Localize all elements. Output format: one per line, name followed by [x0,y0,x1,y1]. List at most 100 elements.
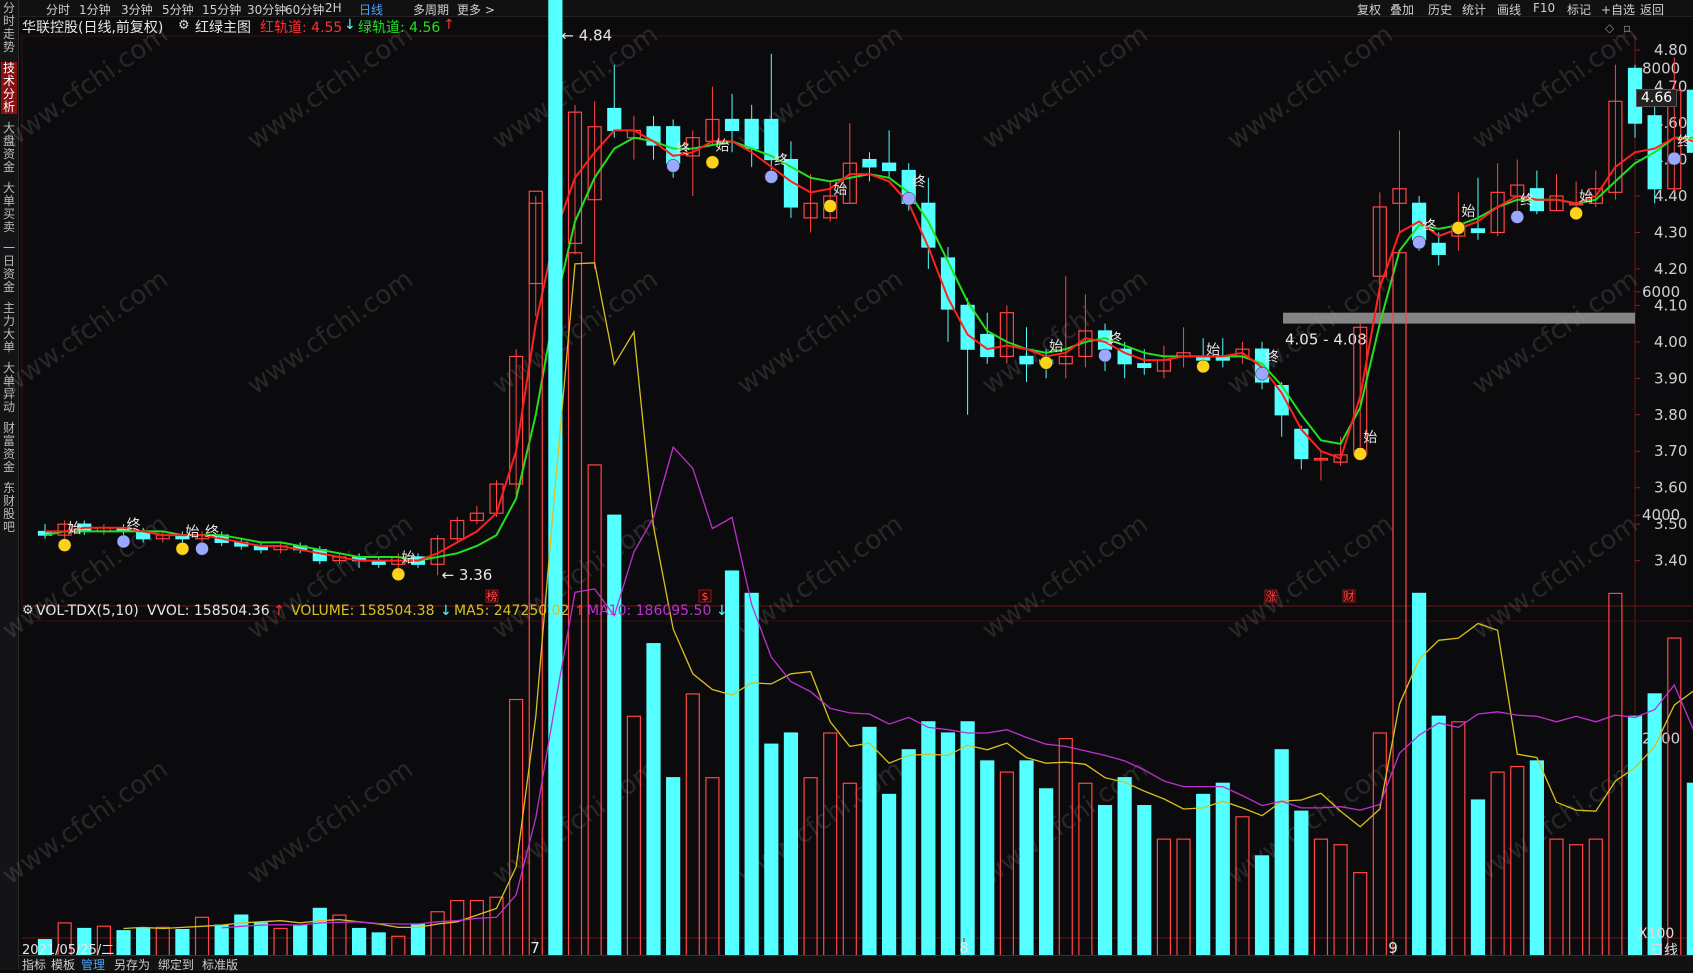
bottom-tab-2[interactable]: 管理 [81,956,105,973]
start-signal-label: 始 [1206,342,1220,358]
start-signal-face-icon [824,200,837,213]
watermark-text: www.cfchi.com [977,19,1154,155]
volume-bar [647,644,660,962]
end-signal-face-icon [902,192,915,205]
watermark-text: www.cfchi.com [0,264,174,400]
watermark-text: www.cfchi.com [487,509,664,645]
start-signal-face-icon [1570,207,1583,220]
end-signal-label: 终 [1520,193,1534,209]
start-signal-face-icon [1452,221,1465,234]
end-signal-label: 终 [1677,135,1691,151]
watermark-text: www.cfchi.com [242,754,419,890]
start-signal-label: 始 [1049,339,1063,355]
ma5-arrow: ↑ [574,603,586,619]
volume-bar [1216,783,1229,962]
diamond-icon[interactable]: ◇ [1605,21,1614,35]
volume-bar [1256,856,1269,962]
current-price-tag: 4.66 [1636,89,1677,107]
volume-bar [765,744,778,962]
watermark-text: www.cfchi.com [0,754,174,890]
volume-bar [1314,839,1327,962]
volume-bar [1393,253,1406,962]
bottom-tab-0[interactable]: 指标 [22,956,46,973]
start-signal-label: 始 [401,550,415,566]
volume-bar [1452,722,1465,962]
volume-bar [1157,839,1170,962]
watermark-text: www.cfchi.com [1222,19,1399,155]
bottom-tab-4[interactable]: 绑定到 [158,956,194,973]
bottom-tab-1[interactable]: 模板 [51,956,75,973]
ma5-value: MA5: 247250.02 [454,603,569,619]
end-signal-face-icon [1413,236,1426,249]
watermark-text: www.cfchi.com [0,19,174,155]
event-marker-label: 涨 [1266,590,1277,603]
start-signal-label: 始 [833,182,847,198]
high-price-label: ← 4.84 [561,27,612,45]
volume-bar [922,722,935,962]
volume-bar [1138,806,1151,962]
volume-bar [706,778,719,962]
end-signal-label: 终 [1108,332,1122,348]
volume-axis-label: 6000 [1642,283,1680,301]
watermark-text: www.cfchi.com [242,509,419,645]
watermark-text: www.cfchi.com [1467,509,1644,645]
price-axis-label: 4.40 [1654,187,1687,205]
vol-settings-icon[interactable]: ⚙ [22,603,34,618]
watermark-text: www.cfchi.com [242,19,419,155]
watermark-text: www.cfchi.com [1467,264,1644,400]
volume-bar [1177,839,1190,962]
end-signal-label: 终 [205,525,219,541]
watermark-text: www.cfchi.com [977,264,1154,400]
stock-chart: www.cfchi.com www.cfchi.com www.cfchi.com w… [0,0,1693,970]
indicator-name[interactable]: 红绿主图 [195,17,251,37]
end-signal-face-icon [1511,210,1524,223]
green-rail-value: 绿轨道: 4.56 [358,17,440,37]
watermark-text: www.cfchi.com [977,509,1154,645]
volume-bar [1413,593,1426,962]
stock-title[interactable]: 华联控股(日线,前复权) [22,17,163,37]
watermark-text: www.cfchi.com [487,264,664,400]
bottom-toolbar: 指标模板管理另存为绑定到标准版 [19,955,1693,971]
start-signal-label: 始 [1579,189,1593,205]
event-marker-label: $ [702,590,709,603]
watermark-text: www.cfchi.com [732,264,909,400]
volume-bar [784,733,797,962]
volume-bar [883,794,896,962]
volume-bar [863,727,876,962]
watermark-text: www.cfchi.com [1467,19,1644,155]
volume-bar [451,901,464,962]
volume-bar [981,761,994,962]
end-signal-face-icon [117,535,130,548]
end-signal-label: 终 [127,517,141,533]
watermark-text: www.cfchi.com [1467,754,1644,890]
gap-label: 4.05 - 4.08 [1285,331,1367,349]
start-signal-label: 始 [715,138,729,154]
minimize-icon[interactable]: ▫ [1623,21,1631,35]
volume-bar [470,901,483,962]
end-signal-label: 终 [1422,218,1436,234]
bottom-tab-3[interactable]: 另存为 [114,956,150,973]
watermark-text: www.cfchi.com [487,754,664,890]
volume-bar [608,515,621,962]
bottom-tab-5[interactable]: 标准版 [202,956,238,973]
volume-bar [1295,811,1308,962]
vol-indicator-name[interactable]: VOL-TDX(5,10) [36,603,139,619]
start-signal-face-icon [176,542,189,555]
candle-body [726,119,739,130]
volume-bar [1668,638,1681,962]
volume-bar [1432,716,1445,962]
volume-bar [1118,778,1131,962]
volume-bar [1471,800,1484,962]
start-signal-face-icon [1040,356,1053,369]
volume-bar [804,778,817,962]
price-axis-label: 3.70 [1654,442,1687,460]
ma10-arrow: ↓ [716,603,728,619]
volume-bar [1570,845,1583,962]
volume-bar [1020,761,1033,962]
indicator-gear-icon[interactable]: ⚙ [178,18,190,33]
red-rail-arrow: ↓ [344,17,356,33]
price-axis-label: 3.80 [1654,406,1687,424]
start-signal-face-icon [1354,447,1367,460]
volume-bar [1059,739,1072,962]
price-axis-label: 3.90 [1654,369,1687,387]
